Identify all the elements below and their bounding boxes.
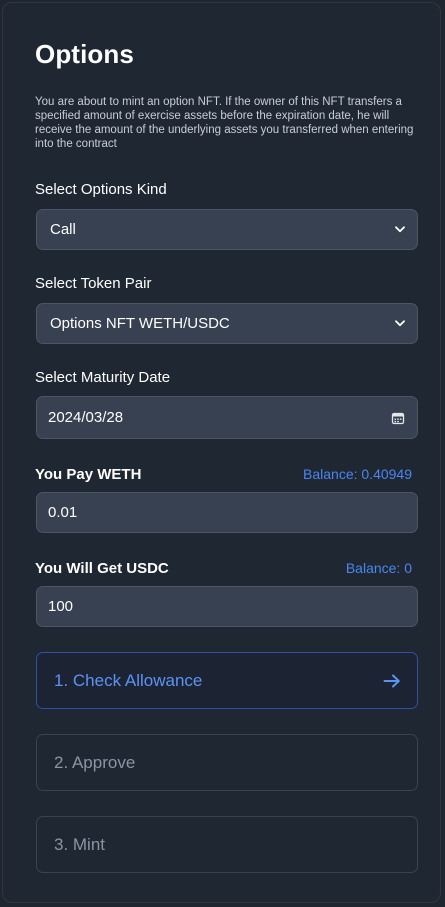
get-balance: Balance: 0	[345, 560, 412, 576]
approve-button[interactable]: 2. Approve	[36, 734, 418, 791]
pay-amount-value: 0.01	[48, 504, 78, 521]
options-panel: Options You are about to mint an option …	[2, 2, 441, 903]
mint-label: 3. Mint	[54, 834, 106, 854]
token-pair-value: Options NFT WETH/USDC	[50, 315, 230, 332]
calendar-icon[interactable]	[391, 411, 405, 425]
get-label: You Will Get USDC	[35, 560, 169, 577]
pay-label: You Pay WETH	[35, 466, 142, 483]
token-pair-label: Select Token Pair	[35, 275, 152, 292]
chevron-down-icon	[395, 225, 405, 235]
options-kind-select[interactable]: Call	[36, 209, 418, 250]
check-allowance-label: 1. Check Allowance	[54, 670, 203, 690]
check-allowance-button[interactable]: 1. Check Allowance	[36, 652, 418, 709]
token-pair-select[interactable]: Options NFT WETH/USDC	[36, 303, 418, 344]
options-kind-value: Call	[50, 221, 76, 238]
chevron-down-icon	[395, 319, 405, 329]
pay-balance: Balance: 0.40949	[303, 466, 412, 482]
page-title: Options	[35, 39, 134, 69]
get-amount-value: 100	[48, 598, 74, 615]
maturity-date-input[interactable]: 2024/03/28	[36, 396, 418, 439]
get-amount-input[interactable]: 100	[36, 586, 418, 627]
mint-button[interactable]: 3. Mint	[36, 816, 418, 873]
approve-label: 2. Approve	[54, 752, 136, 772]
maturity-date-value: 2024/03/28	[48, 409, 124, 426]
pay-amount-input[interactable]: 0.01	[36, 492, 418, 533]
page-description: You are about to mint an option NFT. If …	[35, 96, 414, 150]
maturity-date-label: Select Maturity Date	[35, 369, 171, 386]
arrow-right-icon	[383, 674, 401, 688]
options-kind-label: Select Options Kind	[35, 181, 167, 198]
